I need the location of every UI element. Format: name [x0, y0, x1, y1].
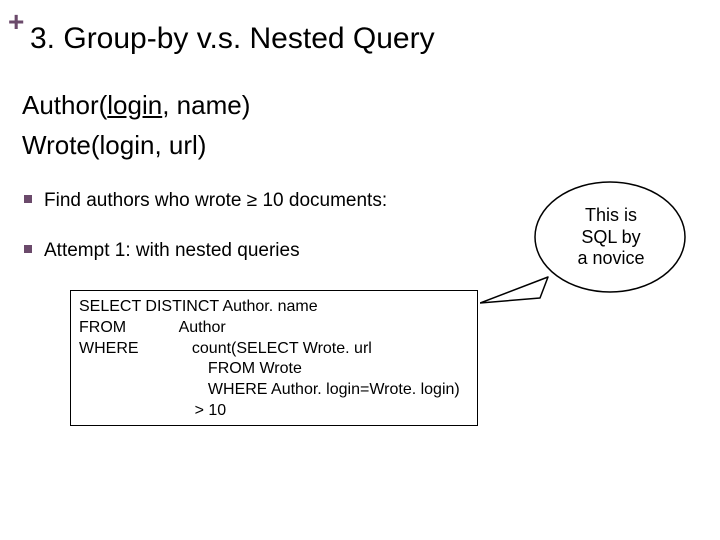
slide-title: 3. Group-by v.s. Nested Query — [30, 22, 435, 56]
bullet-icon — [24, 195, 32, 203]
note-line-2: SQL by — [581, 227, 640, 247]
note-text: This is SQL by a novice — [561, 205, 661, 270]
schema-author-suffix: , name) — [162, 90, 250, 120]
schema-author-prefix: Author( — [22, 90, 107, 120]
schema-author-key: login — [107, 90, 162, 120]
bullet-find-authors: Find authors who wrote ≥ 10 documents: — [24, 190, 387, 212]
bullet-icon — [24, 245, 32, 253]
schema-line-author: Author(login, name) — [22, 90, 250, 121]
note-line-3: a novice — [577, 248, 644, 268]
note-line-1: This is — [585, 205, 637, 225]
bullet-find-authors-text: Find authors who wrote ≥ 10 documents: — [44, 190, 387, 211]
bullet-attempt1: Attempt 1: with nested queries — [24, 240, 300, 262]
callout-tail-icon — [480, 273, 560, 313]
bullet-attempt1-text: Attempt 1: with nested queries — [44, 240, 300, 261]
schema-line-wrote: Wrote(login, url) — [22, 130, 206, 161]
plus-decoration: + — [8, 6, 24, 38]
sql-code-box: SELECT DISTINCT Author. name FROM Author… — [70, 290, 478, 426]
